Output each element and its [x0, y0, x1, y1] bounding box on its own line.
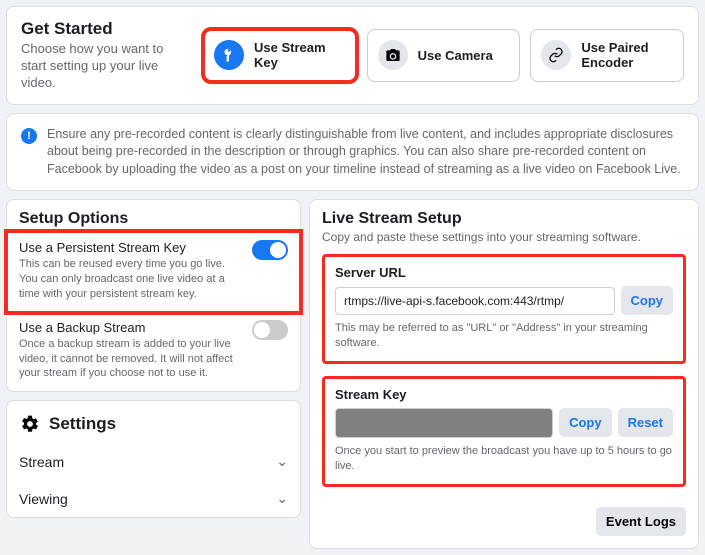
server-url-box: Server URL Copy This may be referred to … [322, 254, 686, 364]
backup-desc: Once a backup stream is added to your li… [19, 337, 288, 382]
settings-item-viewing[interactable]: Viewing ⌄ [7, 480, 300, 517]
server-url-label: Server URL [335, 265, 673, 280]
server-url-input[interactable] [335, 287, 615, 315]
info-text: Ensure any pre-recorded content is clear… [47, 126, 684, 179]
option-paired-encoder[interactable]: Use Paired Encoder [530, 29, 684, 82]
camera-icon [378, 40, 408, 70]
get-started-desc: Choose how you want to start setting up … [21, 41, 191, 92]
stream-key-box: Stream Key Copy Reset Once you start to … [322, 376, 686, 487]
option-paired-encoder-label: Use Paired Encoder [581, 40, 673, 71]
stream-key-hint: Once you start to preview the broadcast … [335, 444, 673, 474]
link-icon [541, 40, 571, 70]
info-icon: ! [21, 128, 37, 144]
settings-card: Settings Stream ⌄ Viewing ⌄ [6, 400, 301, 518]
persistent-toggle[interactable] [252, 240, 288, 260]
get-started-heading-block: Get Started Choose how you want to start… [21, 19, 191, 92]
event-logs-button[interactable]: Event Logs [596, 507, 686, 536]
backup-title: Use a Backup Stream [19, 320, 288, 335]
backup-toggle[interactable] [252, 320, 288, 340]
settings-item-label: Viewing [19, 491, 68, 507]
get-started-card: Get Started Choose how you want to start… [6, 6, 699, 105]
copy-stream-key-button[interactable]: Copy [559, 408, 612, 437]
get-started-options: Use Stream Key Use Camera Use Paired Enc… [203, 29, 684, 82]
setup-options-card: Setup Options Use a Persistent Stream Ke… [6, 199, 301, 392]
option-stream-key-label: Use Stream Key [254, 40, 346, 71]
chevron-down-icon: ⌄ [276, 453, 288, 470]
persistent-stream-key-option: Use a Persistent Stream Key This can be … [7, 232, 300, 312]
option-camera-label: Use Camera [418, 48, 493, 64]
reset-stream-key-button[interactable]: Reset [618, 408, 673, 437]
settings-title: Settings [49, 414, 116, 434]
get-started-title: Get Started [21, 19, 191, 39]
lss-title: Live Stream Setup [322, 210, 686, 228]
setup-options-title: Setup Options [7, 200, 300, 232]
backup-stream-option: Use a Backup Stream Once a backup stream… [7, 312, 300, 392]
chevron-down-icon: ⌄ [276, 490, 288, 507]
settings-item-stream[interactable]: Stream ⌄ [7, 443, 300, 480]
lss-subtitle: Copy and paste these settings into your … [322, 230, 686, 244]
copy-server-url-button[interactable]: Copy [621, 286, 674, 315]
live-stream-setup-card: Live Stream Setup Copy and paste these s… [309, 199, 699, 548]
option-camera[interactable]: Use Camera [367, 29, 521, 82]
info-banner: ! Ensure any pre-recorded content is cle… [6, 113, 699, 192]
server-url-hint: This may be referred to as "URL" or "Add… [335, 321, 673, 351]
key-icon [214, 40, 244, 70]
persistent-title: Use a Persistent Stream Key [19, 240, 288, 255]
stream-key-label: Stream Key [335, 387, 673, 402]
persistent-desc: This can be reused every time you go liv… [19, 257, 288, 302]
option-stream-key[interactable]: Use Stream Key [203, 29, 357, 82]
settings-item-label: Stream [19, 454, 64, 470]
stream-key-input[interactable] [335, 408, 553, 438]
settings-header: Settings [7, 401, 300, 443]
gear-icon [19, 413, 41, 435]
